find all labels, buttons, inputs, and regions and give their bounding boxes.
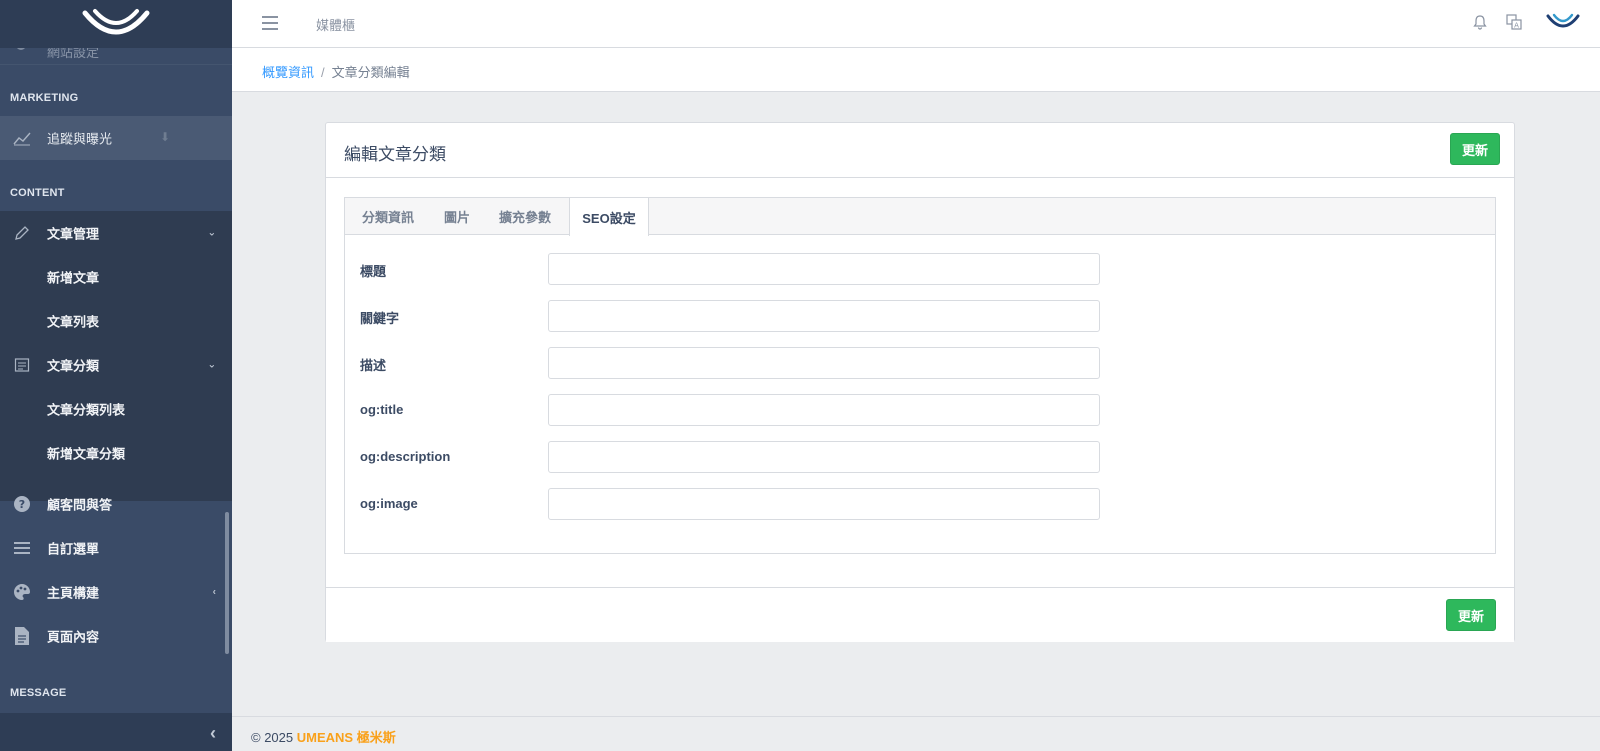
section-title-message: MESSAGE xyxy=(10,687,67,699)
translate-icon[interactable]: A xyxy=(1506,14,1524,32)
menu-bars-icon xyxy=(12,538,32,558)
sidebar-item-page-content[interactable]: 頁面內容 xyxy=(0,614,232,658)
sidebar-item-add-category[interactable]: 新增文章分類 xyxy=(0,431,232,475)
tab-category-info[interactable]: 分類資訊 xyxy=(345,198,431,235)
update-button-bottom[interactable]: 更新 xyxy=(1446,599,1496,631)
copyright-text: © 2025 xyxy=(251,730,294,745)
bell-icon[interactable] xyxy=(1472,14,1490,32)
seo-keywords-input[interactable] xyxy=(548,300,1100,332)
card-footer: 更新 xyxy=(326,587,1514,642)
field-label-og-description: og:description xyxy=(360,449,451,464)
field-label-description: 描述 xyxy=(360,358,387,373)
seo-description-input[interactable] xyxy=(548,347,1100,379)
chevron-down-icon: ⌄ xyxy=(207,227,216,239)
field-label-keywords: 關鍵字 xyxy=(360,311,400,326)
sidebar-item-add-article[interactable]: 新增文章 xyxy=(0,255,232,299)
page-footer: © 2025 UMEANS 極米斯 xyxy=(232,716,1600,751)
file-icon xyxy=(12,626,32,646)
sidebar-scrollbar[interactable] xyxy=(225,512,229,654)
tab-panel: 分類資訊 圖片 擴充參數 SEO設定 標題 關鍵字 描述 og:title og… xyxy=(344,197,1496,554)
field-label-title: 標題 xyxy=(360,264,387,279)
og-description-input[interactable] xyxy=(548,441,1100,473)
tab-seo-settings[interactable]: SEO設定 xyxy=(569,198,649,236)
question-circle-icon: ? xyxy=(12,494,32,514)
avatar[interactable] xyxy=(1546,12,1580,39)
tab-bar: 分類資訊 圖片 擴充參數 SEO設定 xyxy=(345,198,1495,236)
brand-logo[interactable] xyxy=(0,0,232,48)
og-title-input[interactable] xyxy=(548,394,1100,426)
sidebar-item-article-category[interactable]: 文章分類 ⌄ xyxy=(0,343,232,387)
field-label-og-title: og:title xyxy=(360,402,404,417)
sidebar-item-homepage-builder[interactable]: 主頁構建 ‹ xyxy=(0,570,232,614)
sidebar-item-article-management[interactable]: 文章管理 ⌄ xyxy=(0,211,232,255)
svg-text:?: ? xyxy=(19,498,25,511)
tab-extended-params[interactable]: 擴充參數 xyxy=(483,198,567,235)
section-title-marketing: MARKETING xyxy=(10,92,79,104)
footer-copyright: © 2025 UMEANS 極米斯 xyxy=(251,727,396,746)
breadcrumb-current: 文章分類編輯 xyxy=(331,65,410,80)
edit-category-card: 編輯文章分類 更新 分類資訊 圖片 擴充參數 SEO設定 標題 關鍵字 描述 o… xyxy=(325,122,1515,642)
sidebar-item-custom-menu[interactable]: 自訂選單 xyxy=(0,526,232,570)
umeans-logo-icon xyxy=(82,9,150,35)
svg-text:A: A xyxy=(1514,22,1519,30)
page-title: 編輯文章分類 xyxy=(344,145,446,164)
list-icon xyxy=(12,355,32,375)
top-header: 媒體櫃 A xyxy=(232,0,1600,48)
sidebar-toggle-button[interactable] xyxy=(262,16,278,30)
sidebar: 網站設定 MARKETING 追蹤與曝光 ⬇ CONTENT 文章管理 ⌄ 新增… xyxy=(0,0,232,751)
pin-icon: ⬇ xyxy=(160,130,171,144)
field-label-og-image: og:image xyxy=(360,496,418,511)
sidebar-item-article-list[interactable]: 文章列表 xyxy=(0,299,232,343)
palette-icon xyxy=(12,582,32,602)
sidebar-group-articles: 文章管理 ⌄ 新增文章 文章列表 文章分類 ⌄ 文章分類列表 新增文章分類 xyxy=(0,211,232,501)
sidebar-item-site-settings[interactable]: 網站設定 xyxy=(0,40,232,65)
breadcrumb: 概覽資訊 / 文章分類編輯 xyxy=(262,62,410,81)
chart-line-icon xyxy=(12,128,32,148)
tab-images[interactable]: 圖片 xyxy=(431,198,483,235)
card-header: 編輯文章分類 更新 xyxy=(326,123,1514,178)
sidebar-minimizer[interactable]: ‹ xyxy=(0,713,232,751)
sidebar-item-faq[interactable]: ? 顧客問與答 xyxy=(0,482,232,526)
seo-title-input[interactable] xyxy=(548,253,1100,285)
chevron-down-icon: ⌄ xyxy=(207,359,216,371)
footer-brand-link[interactable]: UMEANS 極米斯 xyxy=(297,730,396,745)
pencil-icon xyxy=(12,223,32,243)
sidebar-item-tracking[interactable]: 追蹤與曝光 ⬇ xyxy=(0,116,232,160)
chevron-left-icon: ‹ xyxy=(210,723,216,743)
breadcrumb-separator: / xyxy=(321,65,325,80)
update-button-top[interactable]: 更新 xyxy=(1450,133,1500,165)
breadcrumb-home-link[interactable]: 概覽資訊 xyxy=(262,65,314,80)
sidebar-item-category-list[interactable]: 文章分類列表 xyxy=(0,387,232,431)
og-image-input[interactable] xyxy=(548,488,1100,520)
chevron-left-icon: ‹ xyxy=(212,586,216,598)
breadcrumb-bar: 概覽資訊 / 文章分類編輯 xyxy=(232,48,1600,92)
header-nav-media-library[interactable]: 媒體櫃 xyxy=(316,15,355,34)
section-title-content: CONTENT xyxy=(10,187,65,199)
